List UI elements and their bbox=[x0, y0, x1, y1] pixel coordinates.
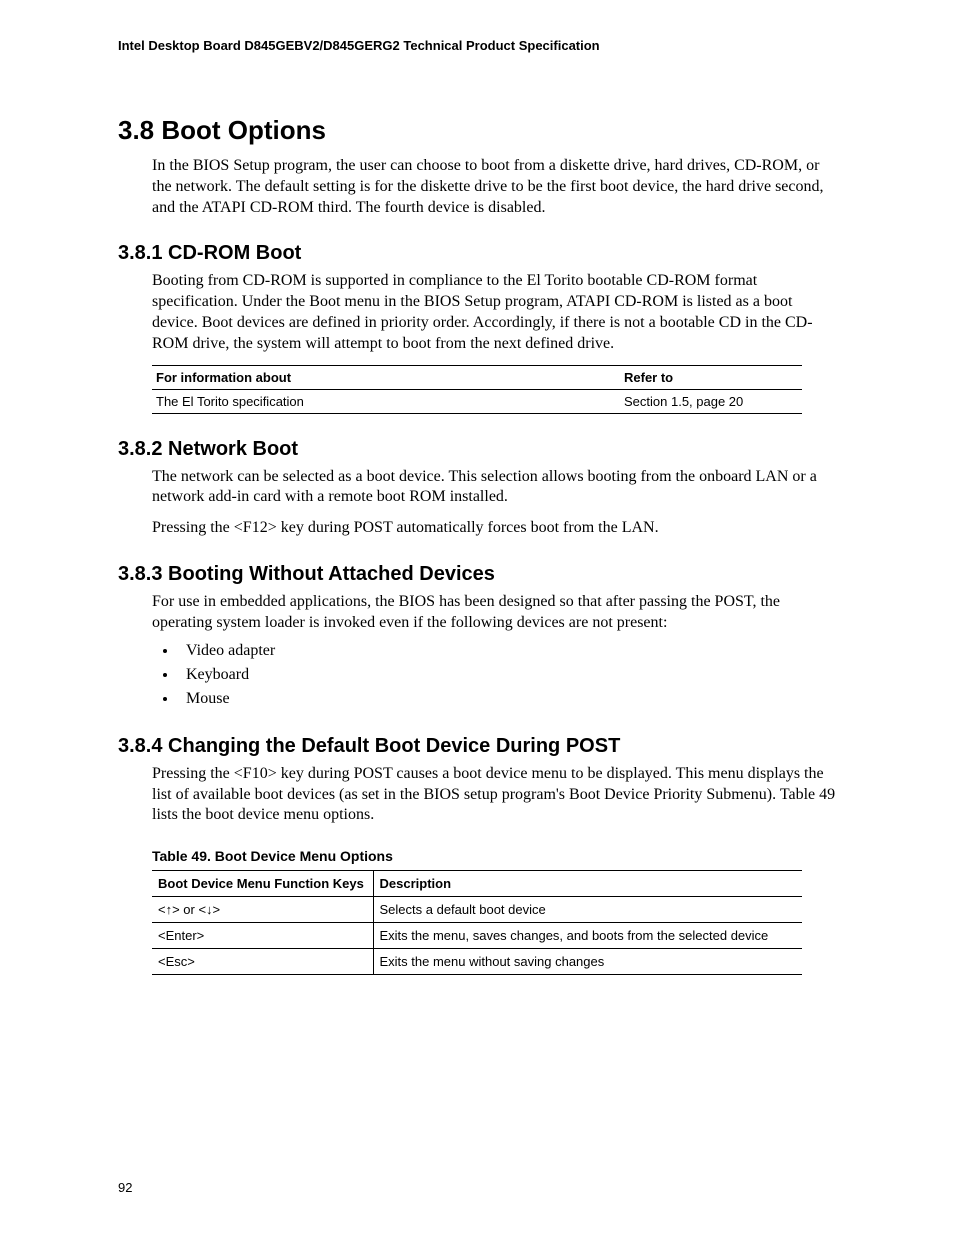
para-3-8-2a: The network can be selected as a boot de… bbox=[152, 467, 836, 509]
table-row: The El Torito specification Section 1.5,… bbox=[152, 389, 802, 413]
boot-col-keys: Boot Device Menu Function Keys bbox=[152, 871, 373, 897]
para-3-8-4: Pressing the <F10> key during POST cause… bbox=[152, 764, 836, 826]
ref-col-refer: Refer to bbox=[620, 365, 802, 389]
para-3-8-3: For use in embedded applications, the BI… bbox=[152, 592, 836, 634]
ref-col-about: For information about bbox=[152, 365, 620, 389]
table-row: <Esc> Exits the menu without saving chan… bbox=[152, 949, 802, 975]
document-page: Intel Desktop Board D845GEBV2/D845GERG2 … bbox=[0, 0, 954, 1235]
boot-key-cell: <Esc> bbox=[152, 949, 373, 975]
boot-desc-cell: Exits the menu, saves changes, and boots… bbox=[373, 923, 802, 949]
page-number: 92 bbox=[118, 1180, 132, 1195]
boot-key-cell: <Enter> bbox=[152, 923, 373, 949]
heading-3-8-4: 3.8.4 Changing the Default Boot Device D… bbox=[118, 735, 836, 758]
device-list: Video adapter Keyboard Mouse bbox=[178, 640, 836, 711]
boot-desc-cell: Exits the menu without saving changes bbox=[373, 949, 802, 975]
heading-3-8-3: 3.8.3 Booting Without Attached Devices bbox=[118, 563, 836, 586]
ref-refer-cell: Section 1.5, page 20 bbox=[620, 389, 802, 413]
para-3-8-1: Booting from CD-ROM is supported in comp… bbox=[152, 271, 836, 354]
list-item: Keyboard bbox=[178, 664, 836, 686]
list-item: Video adapter bbox=[178, 640, 836, 662]
table-row: <↑> or <↓> Selects a default boot device bbox=[152, 897, 802, 923]
table-row: <Enter> Exits the menu, saves changes, a… bbox=[152, 923, 802, 949]
boot-device-menu-table: Boot Device Menu Function Keys Descripti… bbox=[152, 870, 802, 975]
list-item: Mouse bbox=[178, 688, 836, 710]
boot-desc-cell: Selects a default boot device bbox=[373, 897, 802, 923]
heading-3-8: 3.8 Boot Options bbox=[118, 115, 836, 146]
heading-3-8-1: 3.8.1 CD-ROM Boot bbox=[118, 242, 836, 265]
para-3-8-intro: In the BIOS Setup program, the user can … bbox=[152, 156, 836, 218]
para-3-8-2b: Pressing the <F12> key during POST autom… bbox=[152, 518, 836, 539]
running-header: Intel Desktop Board D845GEBV2/D845GERG2 … bbox=[118, 38, 836, 53]
table-49-caption: Table 49. Boot Device Menu Options bbox=[152, 848, 802, 864]
boot-col-desc: Description bbox=[373, 871, 802, 897]
boot-key-cell: <↑> or <↓> bbox=[152, 897, 373, 923]
heading-3-8-2: 3.8.2 Network Boot bbox=[118, 438, 836, 461]
reference-table: For information about Refer to The El To… bbox=[152, 365, 802, 414]
ref-about-cell: The El Torito specification bbox=[152, 389, 620, 413]
